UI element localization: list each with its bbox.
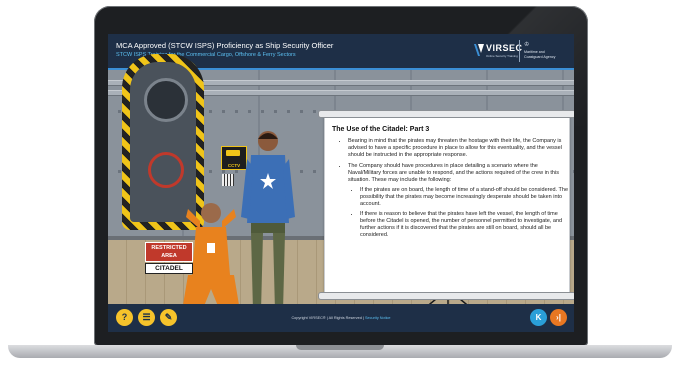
course-footer: ? ☰ ✎ Copyright VIRSEC® | All Rights Res… (108, 304, 574, 332)
screen-roller-bottom (318, 292, 574, 300)
copyright-text: Copyright VIRSEC® | All Rights Reserved … (108, 316, 574, 320)
sub-list: If the pirates are on board, the length … (348, 187, 572, 239)
previous-button[interactable]: K (530, 309, 547, 326)
content-list: Bearing in mind that the pirates may thr… (336, 138, 572, 243)
screen-roller-top (318, 110, 574, 118)
virsec-logo: VIRSEC Online Security Training (474, 43, 522, 59)
course-screen: MCA Approved (STCW ISPS) Proficiency as … (108, 34, 574, 332)
next-button[interactable]: ›| (550, 309, 567, 326)
brand-name: VIRSEC (486, 43, 523, 53)
virsec-mark-icon (474, 44, 484, 56)
sign-line-2: AREA (161, 253, 177, 259)
sign-restricted: RESTRICTED AREA (145, 242, 193, 262)
panel-title: The Use of the Citadel: Part 3 (332, 126, 430, 133)
sign-line-3: CITADEL (145, 263, 193, 274)
sign-line-1: RESTRICTED (151, 245, 187, 251)
brand-tagline: Online Security Training (486, 54, 518, 58)
security-notice-link[interactable]: Security Notice (365, 316, 391, 320)
header-divider (519, 40, 520, 62)
copyright-label: Copyright VIRSEC® | All Rights Reserved … (291, 316, 364, 320)
bullet-item: The Company should have procedures in pl… (348, 163, 572, 239)
security-officer-figure (241, 131, 295, 315)
sub-bullet-item: If the pirates are on board, the length … (360, 187, 572, 208)
door-wheel-icon (148, 152, 184, 188)
laptop-notch (296, 345, 384, 350)
restricted-area-sign: RESTRICTED AREA CITADEL (145, 242, 193, 276)
sub-bullet-item: If there is reason to believe that the p… (360, 211, 572, 239)
camera-icon (226, 150, 240, 156)
keypad-icon (222, 174, 234, 186)
mca-logo: ♔ Maritime and Coastguard Agency (524, 41, 572, 63)
course-title: MCA Approved (STCW ISPS) Proficiency as … (116, 41, 334, 50)
agency-line-2: Coastguard Agency (524, 55, 556, 59)
agency-line-1: Maritime and (524, 50, 545, 54)
crest-icon: ♔ (524, 42, 530, 48)
bullet-item: Bearing in mind that the pirates may thr… (348, 138, 572, 159)
bullet-text: The Company should have procedures in pl… (348, 163, 559, 183)
porthole-icon (144, 78, 188, 122)
